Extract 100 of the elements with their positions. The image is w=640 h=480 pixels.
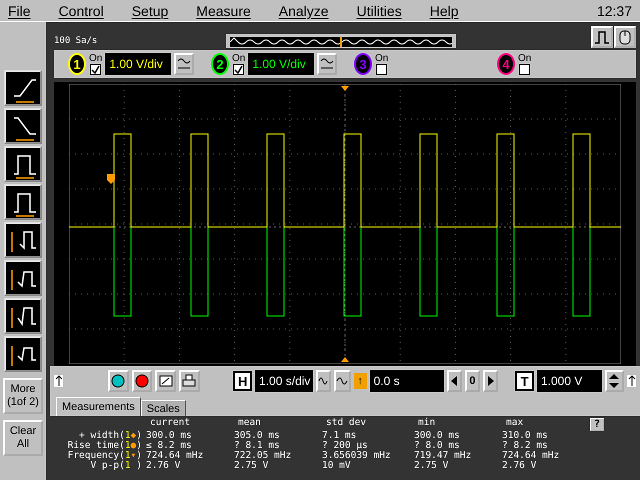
save-button[interactable] [155, 370, 176, 392]
mouse-button[interactable] [614, 26, 636, 48]
menu-item[interactable]: Utilities [356, 2, 402, 18]
on-label: On [518, 54, 532, 64]
coupling-button[interactable] [174, 53, 194, 75]
print-button[interactable] [178, 370, 200, 392]
zero-button[interactable]: 0 [464, 370, 480, 392]
measurement-name: Rise time(1●) [66, 441, 143, 451]
menu-item[interactable]: Help [430, 2, 458, 18]
column-header: mean [237, 418, 262, 430]
left-arrow-icon [451, 376, 458, 386]
coarse-button[interactable] [334, 370, 351, 392]
measurement-name: + width(1◆) [79, 431, 143, 441]
check-icon [91, 64, 100, 74]
printer-icon [182, 374, 196, 388]
overview-bar[interactable] [226, 34, 456, 48]
channel-on-checkbox[interactable] [90, 64, 102, 74]
delay-field[interactable]: 0.0 s [370, 370, 444, 392]
time-scale-field[interactable]: 1.00 s/div [255, 370, 313, 392]
measurement-tool-button[interactable] [4, 298, 42, 334]
right-arrow-icon [488, 376, 494, 386]
scale-field[interactable]: 1.00 V/div [105, 53, 172, 75]
wave-icon [177, 57, 192, 71]
table-cell-text: ≤ 8.2 ms [146, 441, 193, 451]
channel-on-checkbox[interactable] [233, 64, 244, 74]
table-cell-text: 3.656039 mHz [322, 451, 392, 461]
on-label: On [375, 54, 388, 64]
up-down-icon [608, 373, 620, 389]
tab[interactable]: Measurements [56, 397, 141, 416]
measurement-tool-button[interactable] [4, 108, 42, 144]
delay-marker: ↑ [354, 373, 367, 389]
menu-item[interactable]: File [8, 2, 31, 18]
table-cell-text: ? 8.1 ms [234, 441, 281, 451]
table-cell-text: ? 8.2 ms [502, 441, 549, 451]
channel-number: 2 [211, 53, 229, 75]
help-button[interactable]: ? [590, 418, 604, 431]
tab[interactable]: Scales [140, 400, 186, 416]
menu-item[interactable]: Control [58, 2, 104, 18]
scale-field[interactable]: 1.00 V/div [248, 53, 314, 75]
check-icon [234, 64, 244, 74]
table-cell-text: 2.76 V [502, 461, 538, 471]
trigger-spin-button[interactable] [604, 370, 624, 392]
channel-on-checkbox[interactable] [376, 64, 388, 74]
circle-icon [111, 374, 126, 388]
horizontal-label: H [233, 371, 252, 391]
wave-icon [318, 375, 328, 387]
measurement-tool-button[interactable] [4, 260, 42, 296]
menu-item[interactable]: Setup [132, 2, 168, 18]
table-cell-text: 10 mV [322, 461, 352, 471]
channel-number: 3 [354, 53, 372, 75]
document-icon [158, 374, 173, 388]
clock: 12:37 [596, 2, 632, 18]
trigger-level-field[interactable]: 1.000 V [536, 370, 602, 392]
menu-item[interactable]: Measure [196, 2, 251, 18]
channel-number: 1 [68, 53, 86, 75]
table-cell-text: 719.47 mHz [414, 451, 472, 461]
table-cell-text: 310.0 ms [502, 431, 549, 441]
menu-item[interactable]: Analyze [278, 2, 329, 18]
fine-button[interactable] [316, 370, 331, 392]
stop-button[interactable] [132, 370, 152, 392]
sample-rate: 100 Sa/s [54, 36, 98, 46]
table-cell-text: 2.75 V [414, 461, 450, 471]
measurement-tool-button[interactable] [4, 70, 42, 106]
left-button[interactable] [446, 370, 462, 392]
table-cell-text: 2.75 V [234, 461, 270, 471]
side-button[interactable]: More (1of 2) [3, 378, 43, 414]
table-cell-text: 300.0 ms [414, 431, 461, 441]
wave-icon [336, 375, 348, 387]
pulse-button[interactable] [591, 26, 613, 48]
table-cell-text: 2.76 V [146, 461, 182, 471]
table-cell-text: ? 8.0 ms [414, 441, 461, 451]
table-cell-text: 305.0 ms [234, 431, 281, 441]
channel-number: 4 [497, 53, 515, 75]
right-button[interactable] [483, 370, 498, 392]
column-header: min [417, 418, 436, 430]
measurement-tool-button[interactable] [4, 222, 42, 258]
coupling-button[interactable] [317, 53, 338, 75]
circle-icon [134, 374, 149, 388]
measurement-name: Frequency(1▾) [66, 451, 143, 461]
square-pulse-icon [594, 30, 610, 44]
mouse-icon [619, 29, 631, 45]
table-cell-text: 724.64 mHz [146, 451, 204, 461]
on-label: On [232, 54, 246, 64]
sine-wave-icon [230, 37, 452, 47]
column-header: max [505, 418, 524, 430]
up-arrow-icon [54, 375, 64, 387]
trigger-label: T [515, 371, 534, 391]
run-button[interactable] [108, 370, 129, 392]
measurement-name: V p-p(1 ) [89, 461, 143, 471]
on-label: On [89, 54, 102, 64]
table-cell-text: 724.64 mHz [502, 451, 560, 461]
measurement-tool-button[interactable] [4, 184, 42, 220]
side-button[interactable]: Clear All [3, 420, 43, 456]
column-header: current [149, 418, 192, 430]
table-cell-text: 300.0 ms [146, 431, 193, 441]
channel-on-checkbox[interactable] [519, 64, 530, 74]
up-arrow-icon [626, 375, 636, 387]
measurement-tool-button[interactable] [4, 336, 42, 372]
measurement-tool-button[interactable] [4, 146, 42, 182]
column-header: std dev [325, 418, 368, 430]
